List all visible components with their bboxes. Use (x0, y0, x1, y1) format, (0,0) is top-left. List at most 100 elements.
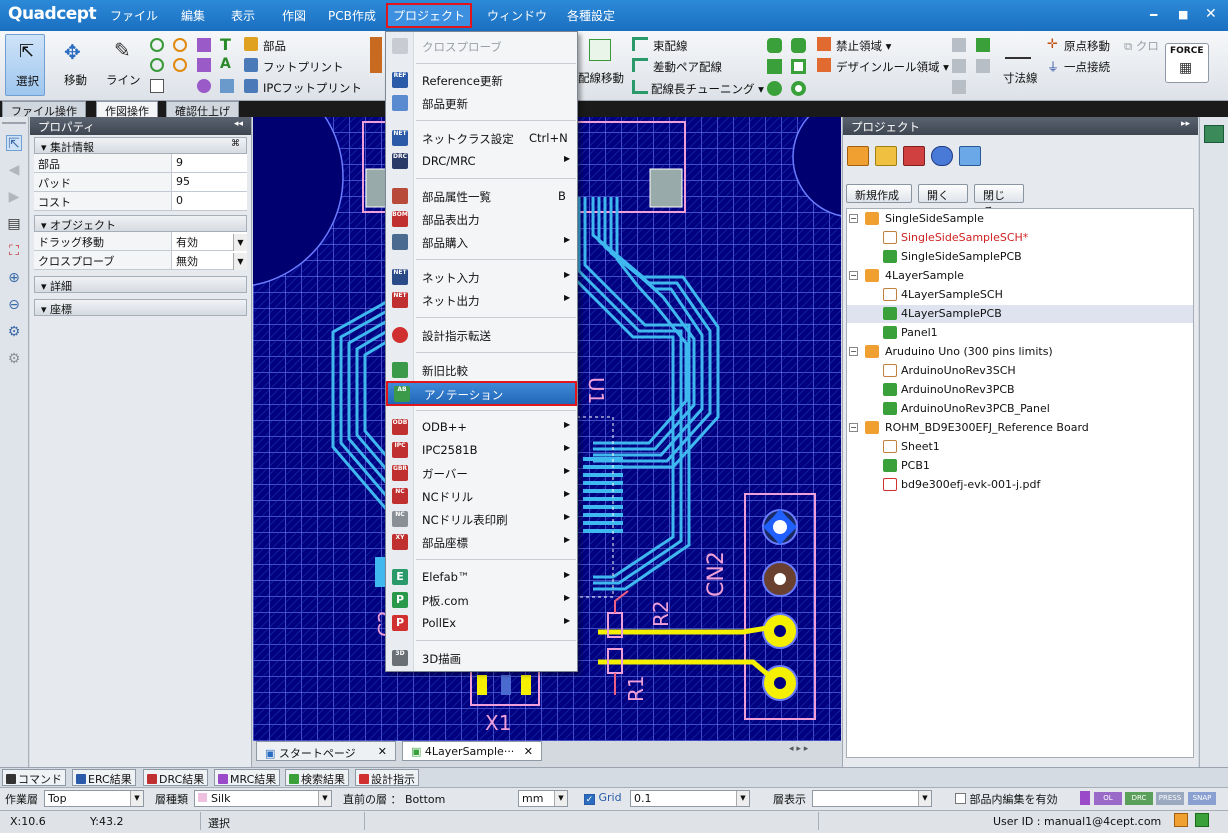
tab-check-finish[interactable]: 確認仕上げ (166, 101, 239, 118)
chevron-down-icon[interactable]: ▼ (318, 791, 331, 806)
menu-project[interactable]: プロジェクト (386, 3, 473, 28)
tree-item[interactable]: − 4LayerSample (847, 267, 1193, 285)
select-button[interactable]: ⇱ 選択 (5, 34, 45, 96)
tree-item[interactable]: Panel1 (847, 324, 1193, 342)
rect-icon[interactable] (197, 58, 211, 72)
menu-pcb[interactable]: PCB作成 (328, 7, 376, 24)
section-object[interactable]: ▾ オブジェクト (34, 215, 247, 232)
tree-item[interactable]: − Aruduino Uno (300 pins limits) (847, 343, 1193, 361)
tab-drc-results[interactable]: DRC結果 (143, 769, 209, 786)
database-icon[interactable] (931, 146, 953, 166)
collapse-box-icon[interactable]: − (849, 271, 858, 280)
work-layer-select[interactable]: Top ▼ (44, 790, 144, 807)
chevron-down-icon[interactable]: ▼ (233, 234, 247, 251)
canvas-scroll-arrows[interactable]: ◂ ▸ ▸ (789, 744, 839, 760)
checkbox-icon[interactable] (955, 793, 966, 804)
copper2-icon[interactable] (791, 38, 806, 53)
menu-item-pollex[interactable]: P PollEx ▶ (386, 612, 577, 634)
chevron-down-icon[interactable]: ▼ (130, 791, 143, 806)
one-point-button[interactable]: 一点接続 (1064, 59, 1110, 75)
tree-item[interactable]: SingleSideSamplePCB (847, 248, 1193, 266)
close-icon[interactable]: ✕ (378, 745, 387, 758)
length-tuning-button[interactable]: 配線長チューニング ▾ (651, 81, 764, 97)
menu-settings[interactable]: 各種設定 (567, 7, 615, 24)
tab-file-ops[interactable]: ファイル操作 (2, 101, 86, 118)
unit-select[interactable]: mm ▼ (518, 790, 568, 807)
zoom-in-icon[interactable]: ⊕ (6, 270, 22, 286)
collapse-box-icon[interactable]: − (849, 214, 858, 223)
copper-icon[interactable] (767, 38, 782, 53)
line-button[interactable]: ✎ ライン (103, 34, 141, 96)
tree-item[interactable]: PCB1 (847, 457, 1193, 475)
chevron-down-icon[interactable]: ▼ (918, 791, 931, 806)
text-icon[interactable]: T (220, 35, 231, 54)
menu-item-gerber[interactable]: GBR ガーバー ▶ (386, 462, 577, 484)
menu-item-part-coords[interactable]: XY 部品座標 ▶ (386, 531, 577, 553)
menu-item-drc-mrc[interactable]: DRC DRC/MRC ▶ (386, 150, 577, 172)
crossprobe-select[interactable]: 無効 ▼ (172, 251, 247, 270)
minimize-icon[interactable]: ━ (1150, 8, 1157, 22)
menu-item-annotation[interactable]: AB アノテーション (386, 381, 577, 406)
close-icon[interactable]: ✕ (524, 745, 533, 758)
grid-select[interactable]: 0.1 ▼ (630, 790, 750, 807)
menu-item-nc-drill-print[interactable]: NC NCドリル表印刷 ▶ (386, 508, 577, 530)
tree-item[interactable]: − SingleSideSample (847, 210, 1193, 228)
circle-3-icon[interactable] (150, 58, 164, 72)
parts-button[interactable]: 部品 (263, 38, 286, 54)
check-icon[interactable] (1195, 813, 1209, 827)
menu-file[interactable]: ファイル (110, 7, 158, 24)
menu-item-3d[interactable]: 3D 3D描画 (386, 647, 577, 669)
section-coords[interactable]: ▾ 座標 (34, 299, 247, 316)
tab-draw-ops[interactable]: 作図操作 (96, 101, 158, 118)
sheets-icon[interactable] (959, 146, 981, 166)
tree-item[interactable]: ArduinoUnoRev3PCB_Panel (847, 400, 1193, 418)
polygon-icon[interactable] (197, 38, 211, 52)
edit-icon[interactable] (1174, 813, 1188, 827)
tree-item[interactable]: SingleSideSampleSCH* (847, 229, 1193, 247)
chevron-down-icon[interactable]: ▼ (233, 253, 247, 270)
tab-mrc-results[interactable]: MRC結果 (214, 769, 281, 786)
ipc-footprint-button[interactable]: IPCフットプリント (263, 80, 362, 96)
maximize-icon[interactable]: ■ (1178, 8, 1188, 21)
tab-start-page[interactable]: ▣ スタートページ ✕ (256, 741, 396, 761)
menu-item-part-purchase[interactable]: 部品購入 ▶ (386, 231, 577, 253)
section-summary[interactable]: ▾ 集計情報 ⌘ (34, 137, 247, 154)
gear-icon[interactable]: ⚙ (6, 324, 22, 340)
layer-color-icon[interactable] (1080, 791, 1090, 805)
section-detail[interactable]: ▾ 詳細 (34, 276, 247, 293)
tab-command[interactable]: コマンド (2, 769, 66, 786)
green-tool-icon[interactable] (976, 38, 990, 52)
zoom-out-icon[interactable]: ⊖ (6, 297, 22, 313)
grid-toggle[interactable]: ✓ Grid (584, 791, 622, 805)
pin-icon[interactable]: ⌘ (231, 139, 240, 149)
drag-move-select[interactable]: 有効 ▼ (172, 232, 247, 251)
layer-display-select[interactable]: ▼ (812, 790, 932, 807)
chevron-down-icon[interactable]: ▼ (736, 791, 749, 806)
force-button[interactable]: FORCE ▦ (1165, 43, 1209, 83)
edit-in-part-toggle[interactable]: 部品内編集を有効 (955, 791, 1058, 807)
menu-item-compare[interactable]: 新旧比較 (386, 359, 577, 381)
tree-item[interactable]: − ROHM_BD9E300EFJ_Reference Board (847, 419, 1193, 437)
collapse-icon[interactable]: ◂◂ (234, 119, 243, 129)
back-icon[interactable]: ◀ (6, 162, 22, 178)
close-icon[interactable]: ✕ (1205, 6, 1217, 22)
arc-icon[interactable] (173, 38, 187, 52)
menu-item-net-input[interactable]: NET ネット入力 ▶ (386, 266, 577, 288)
ol-badge[interactable]: OL (1094, 792, 1122, 805)
layer-type-select[interactable]: Silk ▼ (194, 790, 332, 807)
circle-fill-icon[interactable] (197, 79, 211, 93)
tree-item[interactable]: ArduinoUnoRev3SCH (847, 362, 1193, 380)
tree-item[interactable]: 4LayerSampleSCH (847, 286, 1193, 304)
expand-icon[interactable]: ▸▸ (1181, 119, 1190, 129)
tree-item[interactable]: ArduinoUnoRev3PCB (847, 381, 1193, 399)
menu-item-part-update[interactable]: 部品更新 (386, 92, 577, 114)
design-rule-area-button[interactable]: デザインルール領域 ▾ (836, 59, 949, 75)
bundle-route-button[interactable]: 束配線 (653, 38, 688, 54)
pointer-icon[interactable]: ⇱ (6, 135, 22, 152)
menu-item-odb[interactable]: ODB ODB++ ▶ (386, 416, 577, 438)
copper4-icon[interactable] (791, 59, 806, 74)
chevron-down-icon[interactable]: ▼ (554, 791, 567, 806)
collapse-box-icon[interactable]: − (849, 347, 858, 356)
close-project-button[interactable]: 閉じる (974, 184, 1024, 218)
copper3-icon[interactable] (767, 59, 782, 74)
